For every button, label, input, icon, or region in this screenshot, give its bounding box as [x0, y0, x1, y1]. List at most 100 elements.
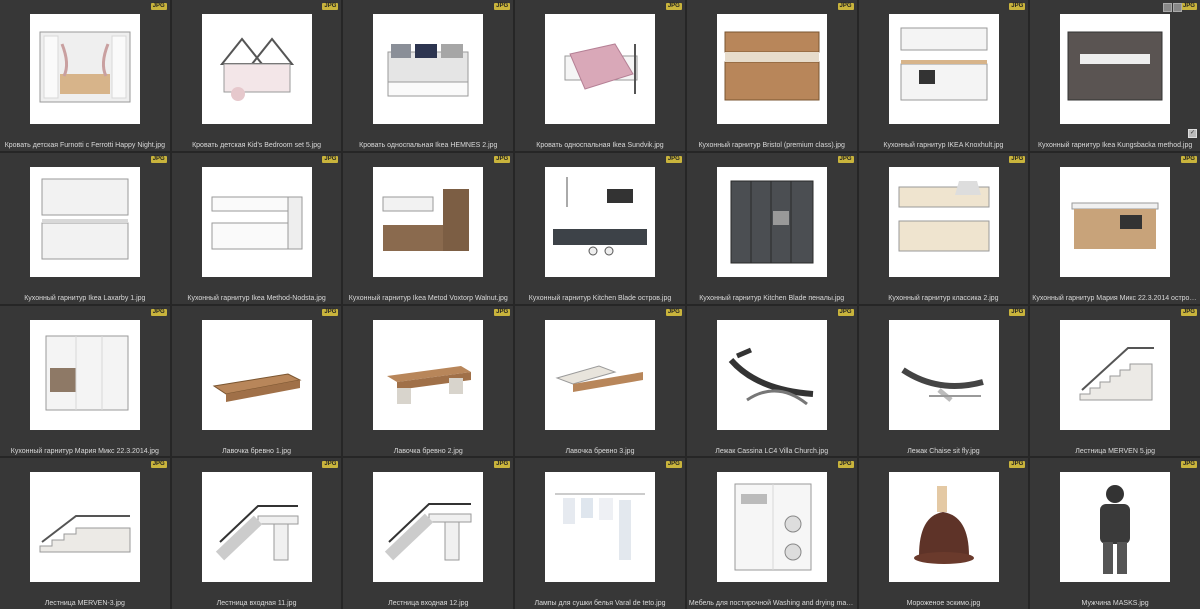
- thumbnail-tile[interactable]: JPG Кухонный гарнитур IKEA Knoxhult.jpg: [858, 0, 1029, 151]
- thumbnail-tile[interactable]: JPG Кровать детская Kid's Bedroom set 5.j…: [171, 0, 342, 151]
- file-name-caption: Кухонный гарнитур Kitchen Blade остров.j…: [528, 294, 672, 302]
- daybed-icon: [387, 44, 469, 97]
- file-name-caption: Лавочка бревно 1.jpg: [222, 447, 292, 455]
- thumbnail-tile[interactable]: JPG Лавочка бревно 1.jpg: [171, 305, 342, 457]
- thumbnail-image: [888, 14, 999, 124]
- stone-bench-icon: [387, 365, 472, 404]
- file-type-badge: JPG: [837, 3, 854, 10]
- file-type-badge: JPG: [150, 3, 167, 10]
- thumbnail-image: [1060, 472, 1171, 583]
- thumbnail-image: [30, 14, 140, 124]
- edit-icon[interactable]: [1172, 3, 1182, 12]
- thumbnail-image: [373, 472, 484, 583]
- file-type-badge: JPG: [494, 3, 511, 10]
- file-type-badge: JPG: [837, 461, 854, 469]
- thumbnail-tile[interactable]: JPG Лежак Chaise sit fly.jpg: [858, 305, 1029, 457]
- entry-stair-icon: [215, 505, 299, 561]
- thumbnail-tile[interactable]: JPG Лестница входная 11.jpg: [171, 458, 342, 609]
- thumbnail-tile[interactable]: JPG Лежак Cassina LC4 Villa Church.jpg: [686, 305, 857, 457]
- thumbnail-tile[interactable]: JPG Кухонный гарнитур классика 2.jpg: [858, 152, 1029, 304]
- file-name-caption: Кухонный гарнитур IKEA Knoxhult.jpg: [883, 142, 1004, 149]
- thumbnail-tile[interactable]: JPG Кровать односпальная Ikea Sundvik.jpg: [515, 0, 685, 151]
- file-name-caption: Лавочка бревно 2.jpg: [393, 447, 463, 455]
- thumbnail-tile[interactable]: JPG Лампы для сушки белья Varal de teto.j…: [515, 458, 685, 609]
- thumbnail-tile[interactable]: JPG Кухонный гарнитур Ikea Metod Voxtorp …: [343, 152, 514, 304]
- thumbnail-tile[interactable]: JPG Кухонный гарнитур Kitchen Blade пенал…: [686, 152, 857, 304]
- thumbnail-image: [30, 472, 140, 583]
- chaise-icon: [900, 366, 984, 402]
- thumbnail-tile[interactable]: JPG Кухонный гарнитур Ikea Laxarby 1.jpg: [0, 152, 170, 304]
- thumbnail-tile[interactable]: JPG Лестница MERVEN-3.jpg: [0, 458, 170, 609]
- file-type-badge: JPG: [322, 461, 339, 469]
- file-type-badge: JPG: [665, 308, 682, 316]
- file-name-caption: Кухонный гарнитур Kitchen Blade пеналы.j…: [699, 294, 845, 302]
- thumbnail-grid: JPG Кровать детская Furnotti с Ferrotti H…: [0, 0, 1200, 609]
- file-type-badge: JPG: [665, 3, 682, 10]
- file-name-caption: Кровать односпальная Ikea HEMNES 2.jpg: [359, 142, 498, 149]
- thumbnail-image: [545, 472, 656, 583]
- thumbnail-tile[interactable]: JPG Кухонный гарнитур Ikea Kungsbacka met…: [1030, 0, 1200, 151]
- man-figure-icon: [1100, 485, 1131, 575]
- laundry-shelf-icon: [734, 483, 812, 571]
- stair-right-icon: [1079, 346, 1155, 400]
- thumbnail-image: [545, 166, 656, 277]
- thumbnail-image: [545, 14, 656, 124]
- file-name-caption: Лампы для сушки белья Varal de teto.jpg: [534, 600, 666, 608]
- file-type-badge: JPG: [494, 155, 511, 163]
- file-type-badge: JPG: [1009, 461, 1026, 469]
- file-type-badge: JPG: [665, 461, 682, 469]
- blanket-bed-icon: [564, 43, 638, 94]
- thumbnail-tile[interactable]: JPG Кухонный гарнитур Kitchen Blade остро…: [515, 152, 685, 304]
- file-name-caption: Кровать односпальная Ikea Sundvik.jpg: [536, 142, 664, 149]
- log-bench-icon: [212, 372, 302, 402]
- file-type-badge: JPG: [150, 308, 167, 316]
- file-type-badge: JPG: [322, 308, 339, 316]
- select-checkbox-icon[interactable]: ✓: [1187, 129, 1197, 138]
- file-name-caption: Кухонный гарнитур Bristol (premium class…: [698, 142, 845, 149]
- thumbnail-image: [201, 319, 312, 430]
- file-type-badge: JPG: [322, 3, 339, 10]
- thumbnail-image: [716, 319, 827, 430]
- thumbnail-tile[interactable]: JPG Кровать детская Furnotti с Ferrotti H…: [0, 0, 170, 151]
- thumbnail-tile[interactable]: JPG Мороженое эскимо.jpg: [858, 458, 1029, 609]
- file-name-caption: Лежак Chaise sit fly.jpg: [907, 447, 980, 455]
- thumbnail-tile[interactable]: JPG Лавочка бревно 3.jpg: [515, 305, 685, 457]
- thumbnail-tile[interactable]: JPG Лестница MERVEN 5.jpg: [1030, 305, 1200, 457]
- thumbnail-image: [716, 14, 827, 124]
- laundry-line-icon: [555, 493, 646, 561]
- thumbnail-tile[interactable]: JPG Кухонный гарнитур Мария Микс 22.3.201…: [0, 305, 170, 457]
- file-name-caption: Мебель для постирочной Washing and dryin…: [688, 600, 855, 608]
- file-type-badge: JPG: [1180, 308, 1197, 316]
- thumbnail-image: [373, 166, 484, 277]
- thumbnail-image: [888, 319, 999, 430]
- entry-stair-2-icon: [385, 503, 472, 561]
- file-name-caption: Кровать детская Furnotti с Ferrotti Happ…: [4, 142, 165, 149]
- thumbnail-tile[interactable]: JPG Лестница входная 12.jpg: [343, 458, 514, 609]
- block-bench-icon: [555, 364, 644, 392]
- file-type-badge: JPG: [1009, 155, 1026, 163]
- file-name-caption: Лестница MERVEN-3.jpg: [44, 600, 125, 608]
- classic-kitchen-icon: [41, 178, 129, 260]
- view-toggle-icon[interactable]: [1162, 3, 1172, 12]
- file-name-caption: Кухонный гарнитур Ikea Laxarby 1.jpg: [24, 294, 146, 302]
- thumbnail-tile[interactable]: JPG Мужчина MASKS.jpg: [1030, 458, 1200, 609]
- thumbnail-image: [373, 14, 484, 124]
- file-name-caption: Лестница MERVEN 5.jpg: [1075, 447, 1156, 455]
- thumbnail-image: [30, 166, 140, 277]
- file-name-caption: Лавочка бревно 3.jpg: [565, 447, 635, 455]
- wall-unit-icon: [45, 335, 129, 410]
- thumbnail-image: [1060, 319, 1171, 430]
- file-type-badge: JPG: [1180, 3, 1197, 10]
- dark-kitchen-icon: [1067, 31, 1163, 101]
- thumbnail-tile[interactable]: JPG Кухонный гарнитур Мария Микс 22.3.201…: [1030, 152, 1200, 304]
- thumbnail-tile[interactable]: JPG Лавочка бревно 2.jpg: [343, 305, 514, 457]
- file-name-caption: Кухонный гарнитур классика 2.jpg: [888, 294, 999, 302]
- file-type-badge: JPG: [837, 155, 854, 163]
- thumbnail-tile[interactable]: JPG Кухонный гарнитур Bristol (premium cl…: [686, 0, 857, 151]
- file-type-badge: JPG: [494, 461, 511, 469]
- thumbnail-tile[interactable]: JPG Кровать односпальная Ikea HEMNES 2.jp…: [343, 0, 514, 151]
- thumbnail-tile[interactable]: JPG Кухонный гарнитур Ikea Method-Nodsta.…: [171, 152, 342, 304]
- file-type-badge: JPG: [150, 461, 167, 469]
- thumbnail-tile[interactable]: JPG Мебель для постирочной Washing and dr…: [686, 458, 857, 609]
- file-name-caption: Мужчина MASKS.jpg: [1081, 600, 1149, 608]
